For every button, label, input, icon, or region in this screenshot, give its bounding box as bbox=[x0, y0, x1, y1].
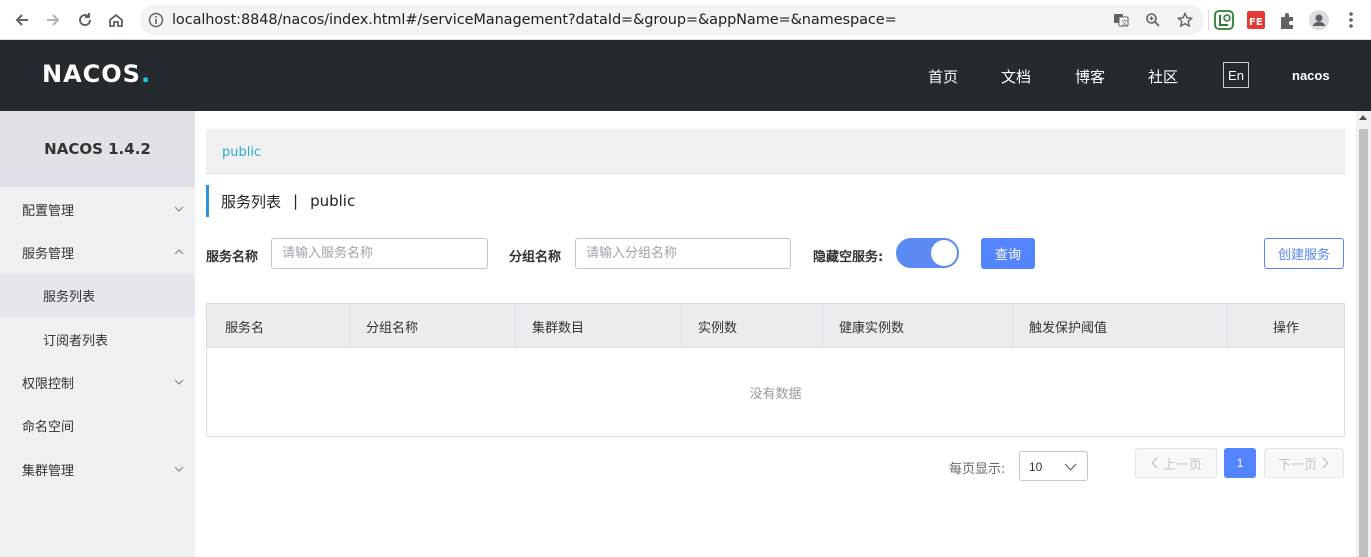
extension-green-icon[interactable] bbox=[1213, 9, 1235, 31]
sidebar-item-cluster-management[interactable]: 集群管理 bbox=[0, 448, 195, 491]
column-header: 服务名 bbox=[207, 304, 350, 348]
reload-icon[interactable] bbox=[73, 8, 97, 32]
chevron-up-icon bbox=[174, 249, 184, 255]
sidebar-item-label: 服务管理 bbox=[22, 247, 75, 262]
chevron-down-icon bbox=[174, 466, 184, 472]
sidebar-item-label: 服务列表 bbox=[43, 290, 96, 305]
column-header: 分组名称 bbox=[350, 304, 516, 348]
bookmark-star-icon[interactable] bbox=[1177, 12, 1193, 28]
sidebar-item-config-management[interactable]: 配置管理 bbox=[0, 188, 195, 231]
page-title: 服务列表 | public bbox=[206, 185, 355, 217]
nav-home[interactable]: 首页 bbox=[928, 66, 958, 87]
scroll-up-arrow-icon[interactable] bbox=[1359, 115, 1367, 120]
nacos-logo[interactable]: NACOS. bbox=[42, 60, 151, 88]
profile-avatar-icon[interactable] bbox=[1308, 9, 1330, 31]
next-page-label: 下一页 bbox=[1277, 457, 1317, 473]
page-size-select[interactable]: 10 bbox=[1019, 451, 1088, 481]
namespace-link[interactable]: public bbox=[222, 145, 261, 160]
sidebar-item-label: 命名空间 bbox=[22, 420, 75, 435]
nav-docs[interactable]: 文档 bbox=[1001, 66, 1031, 87]
current-page-button[interactable]: 1 bbox=[1224, 448, 1256, 478]
nav-community[interactable]: 社区 bbox=[1148, 66, 1178, 87]
column-header: 健康实例数 bbox=[823, 304, 1013, 348]
hide-empty-services-label: 隐藏空服务: bbox=[813, 250, 884, 265]
scroll-thumb[interactable] bbox=[1359, 129, 1368, 557]
title-separator: | bbox=[293, 192, 299, 210]
chevron-down-icon bbox=[174, 206, 184, 212]
sidebar-item-service-management[interactable]: 服务管理 bbox=[0, 231, 195, 274]
next-page-button[interactable]: 下一页 bbox=[1264, 448, 1344, 478]
chevron-left-icon bbox=[1151, 457, 1158, 469]
sidebar-item-namespace[interactable]: 命名空间 bbox=[0, 404, 195, 447]
nav-blog[interactable]: 博客 bbox=[1075, 66, 1105, 87]
column-header: 操作 bbox=[1272, 320, 1299, 336]
zoom-icon[interactable] bbox=[1145, 12, 1161, 28]
group-name-label: 分组名称 bbox=[509, 250, 562, 265]
create-service-button[interactable]: 创建服务 bbox=[1264, 238, 1344, 269]
page-title-text: 服务列表 bbox=[221, 192, 282, 211]
toolbar-divider bbox=[1208, 10, 1209, 30]
service-name-label: 服务名称 bbox=[206, 250, 259, 265]
sidebar-item-permission-control[interactable]: 权限控制 bbox=[0, 361, 195, 404]
prev-page-label: 上一页 bbox=[1162, 457, 1202, 473]
page-scrollbar[interactable] bbox=[1356, 111, 1371, 557]
sidebar-item-label: 权限控制 bbox=[22, 377, 75, 392]
hide-empty-services-toggle[interactable] bbox=[896, 238, 959, 268]
svg-text:FE: FE bbox=[1249, 17, 1263, 28]
query-button[interactable]: 查询 bbox=[981, 238, 1035, 269]
service-name-input[interactable] bbox=[271, 238, 488, 269]
url-text: localhost:8848/nacos/index.html#/service… bbox=[172, 12, 897, 28]
group-name-input[interactable] bbox=[575, 238, 791, 269]
forward-arrow-icon[interactable] bbox=[41, 8, 65, 32]
page-size-label: 每页显示: bbox=[949, 462, 1006, 477]
column-header: 实例数 bbox=[682, 304, 823, 348]
svg-text:文: 文 bbox=[1121, 18, 1128, 27]
page-title-namespace: public bbox=[310, 192, 356, 210]
empty-state: 没有数据 bbox=[749, 386, 802, 402]
menu-kebab-icon[interactable] bbox=[1340, 9, 1362, 31]
prev-page-button[interactable]: 上一页 bbox=[1135, 448, 1217, 478]
extensions-puzzle-icon[interactable] bbox=[1276, 9, 1298, 31]
table-header: 服务名 分组名称 集群数目 实例数 健康实例数 触发保护阈值 操作 bbox=[207, 304, 1344, 348]
chevron-down-icon bbox=[1064, 463, 1077, 471]
service-table: 服务名 分组名称 集群数目 实例数 健康实例数 触发保护阈值 操作 没有数据 bbox=[206, 303, 1345, 437]
chevron-down-icon bbox=[174, 379, 184, 385]
back-arrow-icon[interactable] bbox=[10, 8, 34, 32]
translate-icon[interactable]: 文 bbox=[1113, 12, 1129, 28]
toggle-knob bbox=[931, 240, 957, 266]
page-size-value: 10 bbox=[1029, 460, 1043, 474]
chevron-right-icon bbox=[1322, 457, 1329, 469]
sidebar-item-subscriber-list[interactable]: 订阅者列表 bbox=[0, 318, 195, 361]
language-switch-button[interactable]: En bbox=[1223, 62, 1249, 88]
home-icon[interactable] bbox=[104, 8, 128, 32]
sidebar-item-label: 配置管理 bbox=[22, 204, 75, 219]
column-header: 触发保护阈值 bbox=[1013, 304, 1228, 348]
browser-toolbar: localhost:8848/nacos/index.html#/service… bbox=[0, 0, 1371, 40]
app-header: NACOS. 首页 文档 博客 社区 En nacos bbox=[0, 40, 1371, 111]
extension-fe-icon[interactable]: FE bbox=[1245, 9, 1267, 31]
username[interactable]: nacos bbox=[1292, 68, 1330, 83]
sidebar: NACOS 1.4.2 配置管理 服务管理 服务列表 订阅者列表 权限控制 命名… bbox=[0, 111, 195, 557]
column-header: 集群数目 bbox=[516, 304, 682, 348]
address-bar[interactable]: localhost:8848/nacos/index.html#/service… bbox=[140, 5, 1204, 35]
sidebar-item-label: 订阅者列表 bbox=[43, 334, 109, 349]
sidebar-title: NACOS 1.4.2 bbox=[0, 111, 195, 187]
sidebar-item-service-list[interactable]: 服务列表 bbox=[0, 274, 195, 317]
namespace-bar: public bbox=[206, 129, 1345, 174]
info-icon[interactable] bbox=[148, 12, 164, 28]
sidebar-item-label: 集群管理 bbox=[22, 464, 75, 479]
